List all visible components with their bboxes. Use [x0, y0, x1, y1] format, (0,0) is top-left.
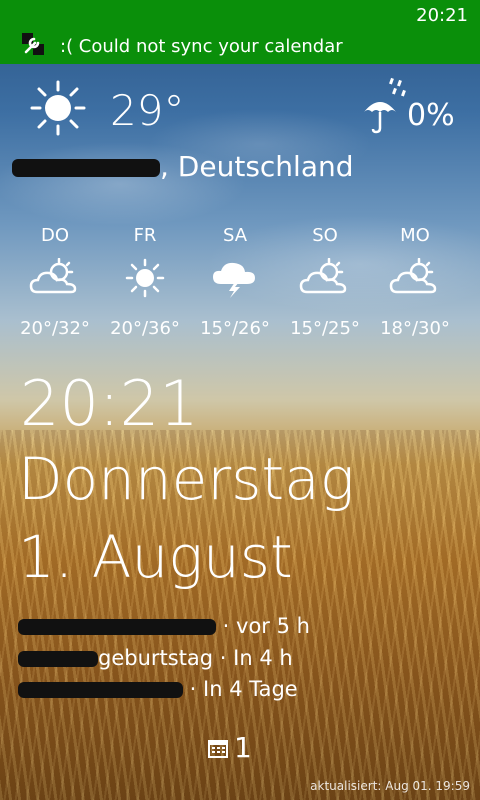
last-updated: aktualisiert: Aug 01. 19:59	[310, 779, 470, 793]
weekday: Donnerstag	[18, 445, 355, 513]
precipitation-chance: 0%	[407, 98, 455, 133]
forecast-day-name: MO	[400, 225, 430, 246]
forecast-range: 15°/26°	[200, 318, 270, 339]
sun-icon	[125, 258, 165, 298]
calendar-event[interactable]: · vor 5 h	[18, 614, 310, 639]
forecast-range: 15°/25°	[290, 318, 360, 339]
date: 1. August	[18, 523, 293, 591]
cloud-sun-icon	[29, 258, 77, 294]
calendar-icon	[208, 740, 228, 758]
event-time: · vor 5 h	[216, 614, 310, 638]
sun-icon	[30, 80, 86, 136]
redacted-event-title	[18, 651, 98, 667]
forecast-day: SA 15°/26°	[190, 222, 280, 339]
forecast-range: 18°/30°	[380, 318, 450, 339]
forecast-day-name: FR	[133, 225, 157, 246]
forecast-day: SO 15°/25°	[280, 222, 370, 339]
cloud-sun-icon	[299, 258, 347, 294]
forecast-range: 20°/32°	[20, 318, 90, 339]
notification-text: :( Could not sync your calendar	[60, 36, 343, 57]
cloud-sun-icon	[389, 258, 437, 294]
umbrella-rain-icon	[364, 77, 406, 134]
thunderstorm-icon	[213, 262, 255, 298]
forecast-day: FR 20°/36°	[100, 222, 190, 339]
redacted-event-title	[18, 619, 216, 635]
redacted-city	[12, 159, 160, 177]
calendar-event[interactable]: · In 4 Tage	[18, 677, 298, 702]
forecast-day-name: SO	[312, 225, 338, 246]
event-time: · In 4 Tage	[183, 677, 298, 701]
redacted-event-title	[18, 682, 183, 698]
forecast-day-name: DO	[40, 225, 70, 246]
status-time: 20:21	[416, 5, 468, 26]
location-country: , Deutschland	[160, 150, 354, 183]
current-temperature: 29°	[110, 86, 185, 135]
calendar-event[interactable]: geburtstag · In 4 h	[18, 646, 293, 671]
event-time: geburtstag · In 4 h	[98, 646, 293, 670]
notification-bar[interactable]: 20:21 :( Could not sync your calendar	[0, 0, 480, 64]
forecast-day: DO 20°/32°	[10, 222, 100, 339]
forecast-day: MO 18°/30°	[370, 222, 460, 339]
clock-time: 20:21	[20, 367, 199, 440]
calendar-count: 1	[234, 731, 252, 764]
forecast-range: 20°/36°	[110, 318, 180, 339]
forecast-day-name: SA	[222, 225, 248, 246]
wrench-icon	[22, 33, 44, 55]
location: , Deutschland	[8, 150, 354, 184]
forecast-strip: DO 20°/32° FR 20°/36° SA 15°/26° SO 15°/…	[0, 222, 480, 342]
